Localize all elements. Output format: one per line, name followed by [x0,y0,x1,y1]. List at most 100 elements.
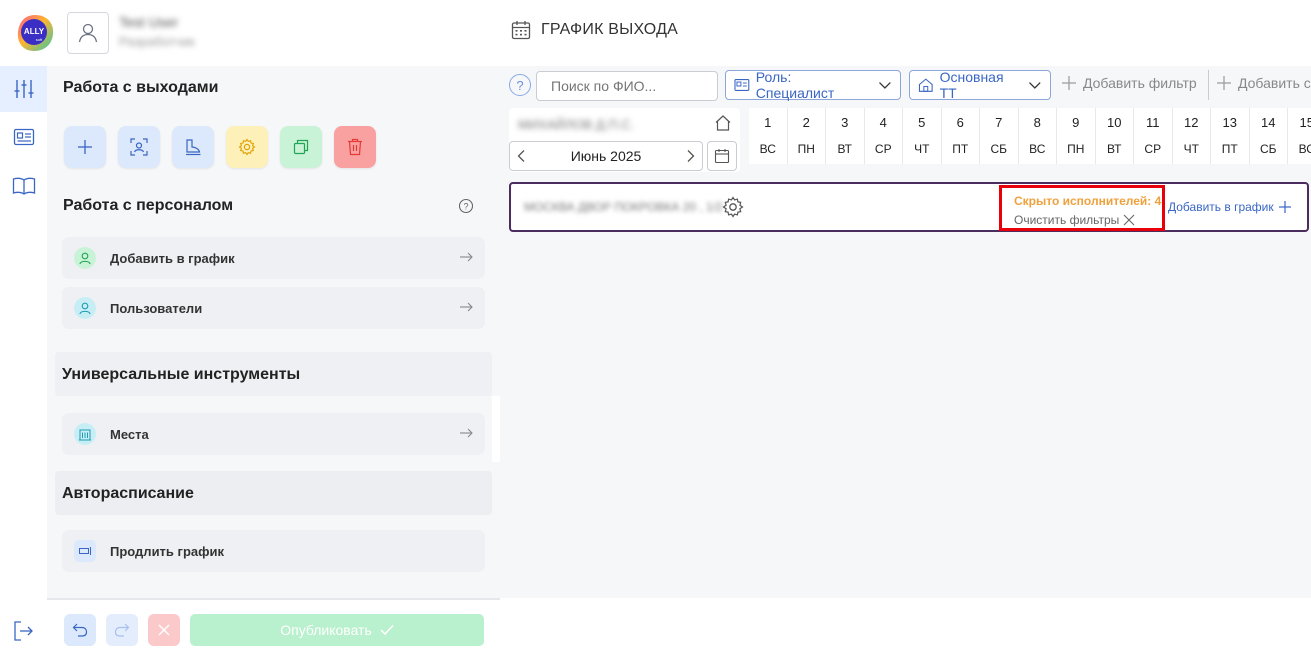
assign-user-button[interactable] [118,126,160,168]
gear-icon [722,196,744,218]
section-title-shifts: Работа с выходами [63,79,219,96]
month-navigator: Июнь 2025 [509,141,703,171]
discard-button[interactable] [148,614,180,646]
day-column: 15 ВС [1288,108,1311,164]
user-role: Разработчик [119,34,195,49]
rail-item-book[interactable] [0,163,47,209]
tt-filter-label: Основная ТТ [939,69,1004,101]
card-label: Места [110,426,149,442]
copy-icon [293,139,309,155]
card-extend-schedule[interactable]: Продлить график [62,530,485,572]
bottom-action-bar: Опубликовать [47,598,500,656]
section-title-tools: Универсальные инструменты [62,366,301,383]
search-input[interactable] [536,71,718,101]
add-second-filter-button[interactable]: Добавить с [1216,75,1311,91]
schedule-area: ? Роль: Специалист Основная ТТ Добавить … [500,66,1311,598]
rail-item-settings[interactable] [0,66,47,112]
redo-button[interactable] [106,614,138,646]
arrow-right-icon [460,252,473,262]
toolbar-separator [1208,70,1209,100]
id-card-icon [13,128,34,146]
card-label: Продлить график [110,543,224,559]
day-column: 13 ПТ [1211,108,1250,164]
place-row: МОСКВА ДВОР ПОКРОВКА 20 , 1/2 Скрыто исп… [509,182,1309,232]
user-icon [78,23,98,43]
day-column: 1 ВС [749,108,788,164]
logo-subtext: soft [36,37,43,42]
day-column: 5 ЧТ [903,108,942,164]
calendar-icon [714,149,730,164]
undo-icon [72,623,88,637]
place-settings-button[interactable] [722,196,744,223]
tt-filter[interactable]: Основная ТТ [909,69,1051,101]
role-filter-label: Роль: Специалист [755,69,835,101]
publish-button[interactable]: Опубликовать [190,614,484,646]
close-icon [1123,214,1135,226]
chevron-right-icon[interactable] [686,149,696,163]
home-button[interactable] [714,114,732,137]
shoe-button[interactable] [172,126,214,168]
add-filter-label: Добавить фильтр [1083,75,1197,91]
home-icon [918,78,933,92]
close-icon [158,624,170,636]
day-column: 11 СР [1134,108,1173,164]
icon-rail [0,66,47,656]
add-filter-button[interactable]: Добавить фильтр [1061,75,1197,91]
plus-icon [78,140,92,154]
page-title-group: ГРАФИК ВЫХОДА [511,20,678,40]
ally-logo: ALLY soft [14,12,56,54]
date-picker-button[interactable] [707,141,737,171]
delete-button[interactable] [334,126,376,168]
home-icon [715,115,731,131]
month-label: Июнь 2025 [570,148,642,164]
place-name: МОСКВА ДВОР ПОКРОВКА 20 , 1/2 [524,200,723,214]
chevron-down-icon [1029,82,1041,89]
building-icon [74,423,96,445]
check-icon [380,624,394,636]
plus-icon [1278,201,1291,213]
day-column: 6 ПТ [942,108,980,164]
hidden-performers-box: Скрыто исполнителей: 4 Очистить фильтры [999,185,1165,231]
clear-filters-button[interactable]: Очистить фильтры [1014,213,1135,227]
undo-button[interactable] [64,614,96,646]
schedule-footer [500,598,1311,656]
extend-icon [74,540,96,562]
help-icon[interactable]: ? [458,198,474,219]
role-filter[interactable]: Роль: Специалист [725,69,901,101]
add-to-schedule-button[interactable]: Добавить в график [1168,200,1292,214]
days-header: 1 ВС 2 ПН 3 ВТ 4 СР 5 ЧТ 6 ПТ 7 СБ 8 ВС 9 ПН 10 ВТ… [749,108,1311,164]
add-shift-button[interactable] [64,126,106,168]
user-icon [74,247,96,269]
app-root: ALLY soft Test User Разработчик ГРАФИК В… [0,0,1311,656]
card-places[interactable]: Места [62,413,485,455]
day-column: 2 ПН [788,108,826,164]
shoe-icon [186,139,201,156]
chevron-left-icon[interactable] [516,149,526,163]
card-add-to-schedule[interactable]: Добавить в график [62,237,485,279]
arrow-right-icon [460,428,473,438]
user-avatar[interactable] [67,12,109,54]
logo-text: ALLY [24,27,45,36]
redo-icon [114,623,130,637]
id-card-icon [734,79,750,91]
calendar-icon [511,21,531,40]
card-users[interactable]: Пользователи [62,287,485,329]
help-button[interactable]: ? [509,74,531,96]
svg-text:?: ? [463,202,468,212]
plus-icon [1062,76,1076,90]
settings-button[interactable] [226,126,268,168]
logout-button[interactable] [12,620,34,647]
plus-icon [1217,76,1231,90]
gear-icon [238,138,256,156]
section-title-staff: Работа с персоналом [63,197,234,214]
rail-item-card[interactable] [0,114,47,160]
arrow-right-icon [460,302,473,312]
day-column: 4 СР [865,108,903,164]
book-icon [12,177,35,195]
page-title: ГРАФИК ВЫХОДА [541,21,679,38]
publish-label: Опубликовать [280,622,372,638]
chevron-down-icon [879,82,891,89]
card-label: Добавить в график [110,250,235,266]
copy-button[interactable] [280,126,322,168]
employee-name: МИХАЙЛОВ Д.П.С. [518,117,635,132]
